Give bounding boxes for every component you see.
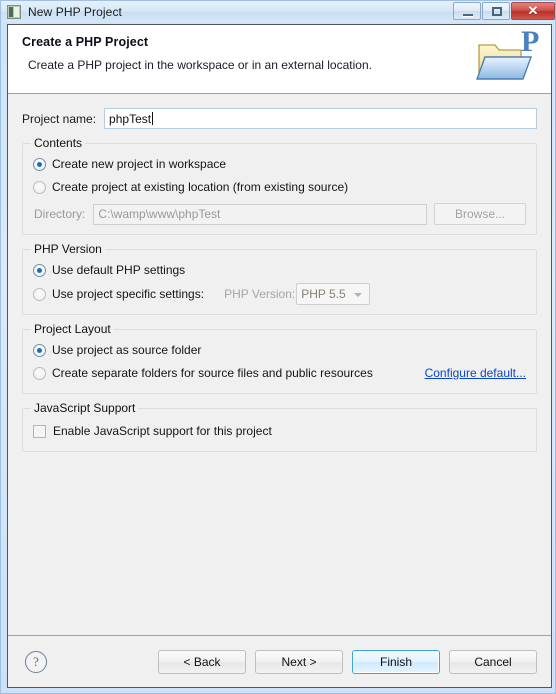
php-version-select[interactable]: PHP 5.5 <box>296 283 371 305</box>
svg-text:P: P <box>521 27 539 58</box>
radio-label: Use project as source folder <box>52 343 202 357</box>
finish-button[interactable]: Finish <box>352 649 440 674</box>
text-caret <box>152 112 154 125</box>
php-version-legend: PHP Version <box>31 242 105 256</box>
checkbox-label: Enable JavaScript support for this proje… <box>53 424 272 438</box>
project-name-row: Project name: phpTest <box>22 94 537 129</box>
radio-label: Use project specific settings: <box>52 287 205 301</box>
wizard-header: Create a PHP Project Create a PHP projec… <box>8 25 551 94</box>
window-title: New PHP Project <box>28 4 122 19</box>
browse-button[interactable]: Browse... <box>434 203 526 225</box>
close-button[interactable]: ✕ <box>511 2 555 20</box>
project-name-label: Project name: <box>22 111 97 126</box>
radio-create-at-existing-location[interactable]: Create project at existing location (fro… <box>33 177 526 197</box>
cancel-button[interactable]: Cancel <box>449 649 537 674</box>
dialog-window: New PHP Project ✕ Create a PHP Project C… <box>0 0 556 694</box>
php-specific-settings-row: Use project specific settings: PHP Versi… <box>33 283 526 305</box>
configure-default-link[interactable]: Configure default... <box>425 366 526 380</box>
contents-group: Contents Create new project in workspace… <box>22 136 537 235</box>
radio-icon-checked <box>33 343 46 357</box>
title-bar[interactable]: New PHP Project ✕ <box>1 1 555 22</box>
chevron-down-icon <box>354 293 363 297</box>
radio-label: Create project at existing location (fro… <box>52 180 349 194</box>
radio-label: Use default PHP settings <box>52 263 186 277</box>
window-controls: ✕ <box>452 2 555 20</box>
php-project-icon <box>7 4 21 19</box>
radio-use-project-as-source-folder[interactable]: Use project as source folder <box>33 340 526 360</box>
directory-label: Directory: <box>34 207 86 221</box>
dialog-button-bar: ? < Back Next > Finish Cancel <box>8 635 551 687</box>
javascript-support-group: JavaScript Support Enable JavaScript sup… <box>22 401 537 452</box>
radio-label: Create new project in workspace <box>52 157 227 171</box>
checkbox-enable-javascript-support[interactable]: Enable JavaScript support for this proje… <box>33 421 526 441</box>
project-name-input[interactable]: phpTest <box>104 108 537 129</box>
radio-icon-checked <box>33 263 46 277</box>
project-name-value: phpTest <box>109 111 152 126</box>
project-layout-group: Project Layout Use project as source fol… <box>22 322 537 394</box>
project-layout-legend: Project Layout <box>31 322 114 336</box>
directory-input[interactable]: C:\wamp\www\phpTest <box>93 203 427 225</box>
dialog-body: Create a PHP Project Create a PHP projec… <box>7 24 552 688</box>
project-layout-separate-row: Create separate folders for source files… <box>33 363 526 383</box>
radio-create-new-project[interactable]: Create new project in workspace <box>33 154 526 174</box>
javascript-support-legend: JavaScript Support <box>31 401 139 415</box>
directory-row: Directory: C:\wamp\www\phpTest Browse... <box>33 203 526 225</box>
page-title: Create a PHP Project <box>22 35 149 49</box>
maximize-button[interactable] <box>482 2 510 20</box>
radio-icon-checked <box>33 157 46 171</box>
page-subtitle: Create a PHP project in the workspace or… <box>28 58 372 72</box>
radio-icon-unchecked[interactable] <box>33 366 46 380</box>
radio-use-project-specific-settings[interactable]: Use project specific settings: <box>33 284 204 304</box>
php-folder-icon: P <box>471 25 543 91</box>
close-icon: ✕ <box>527 3 539 18</box>
back-button[interactable]: < Back <box>158 649 246 674</box>
radio-use-default-php-settings[interactable]: Use default PHP settings <box>33 260 526 280</box>
directory-value: C:\wamp\www\phpTest <box>98 207 221 221</box>
php-version-group: PHP Version Use default PHP settings Use… <box>22 242 537 315</box>
help-icon[interactable]: ? <box>25 650 47 673</box>
php-version-combo-label: PHP Version: <box>224 287 296 301</box>
wizard-content: Project name: phpTest Contents Create ne… <box>8 94 551 636</box>
php-version-selected-value: PHP 5.5 <box>301 287 346 301</box>
radio-icon-unchecked <box>33 287 46 301</box>
checkbox-icon-unchecked <box>33 424 46 438</box>
next-button[interactable]: Next > <box>255 649 343 674</box>
minimize-button[interactable] <box>453 2 481 20</box>
radio-label[interactable]: Create separate folders for source files… <box>52 366 373 380</box>
radio-icon-unchecked <box>33 180 46 194</box>
maximize-icon <box>492 7 502 16</box>
minimize-icon <box>463 14 473 17</box>
contents-legend: Contents <box>31 136 86 150</box>
